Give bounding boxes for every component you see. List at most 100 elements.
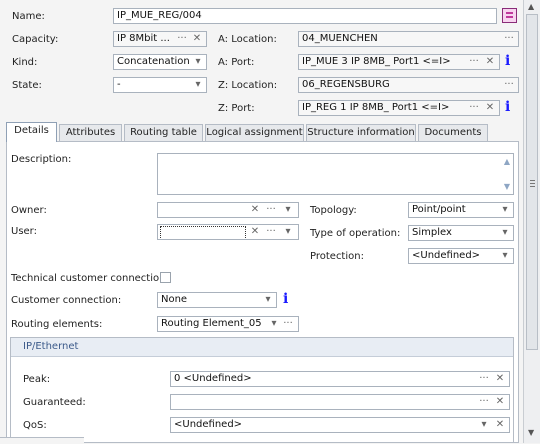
ip-ethernet-title: IP/Ethernet xyxy=(23,341,79,352)
state-value: - xyxy=(117,79,121,90)
topology-chevron-down-icon[interactable]: ▾ xyxy=(499,203,511,217)
guaranteed-clear-icon[interactable]: ✕ xyxy=(493,395,507,409)
a-location-field[interactable]: 04_MUENCHEN ··· xyxy=(298,31,519,47)
routing-elements-chevron-down-icon[interactable]: ▾ xyxy=(268,317,280,331)
topology-select[interactable]: Point/point ▾ xyxy=(408,202,514,218)
user-chevron-down-icon[interactable]: ▾ xyxy=(281,225,295,239)
user-label: User: xyxy=(11,226,37,237)
routing-elements-label: Routing elements: xyxy=(11,319,103,330)
owner-clear-icon[interactable]: ✕ xyxy=(248,203,262,217)
owner-label: Owner: xyxy=(11,205,47,216)
state-label: State: xyxy=(12,80,42,91)
routing-elements-more-icon[interactable]: ··· xyxy=(281,317,295,331)
customer-connection-info-icon[interactable]: i xyxy=(283,291,288,307)
scroll-down-icon[interactable]: ▼ xyxy=(528,428,534,437)
z-location-value: 06_REGENSBURG xyxy=(302,79,390,90)
tab-details[interactable]: Details xyxy=(6,122,57,142)
user-focus-box xyxy=(160,226,246,239)
guaranteed-more-icon[interactable]: ··· xyxy=(477,395,491,409)
owner-more-icon[interactable]: ··· xyxy=(264,203,278,217)
z-port-label: Z: Port: xyxy=(218,103,255,114)
name-value: IP_MUE_REG/004 xyxy=(117,10,202,21)
z-port-clear-icon[interactable]: ✕ xyxy=(483,101,497,115)
kind-select[interactable]: Concatenation ▾ xyxy=(113,54,207,70)
capacity-field[interactable]: IP 8Mbit ... ··· ✕ xyxy=(113,31,207,47)
type-of-operation-select[interactable]: Simplex ▾ xyxy=(408,225,514,241)
a-port-value: IP_MUE 3 IP 8MB_ Port1 <=I> xyxy=(302,56,451,67)
tab-structure-information[interactable]: Structure information xyxy=(306,124,416,141)
owner-field[interactable]: ✕ ··· ▾ xyxy=(157,202,299,218)
name-field[interactable]: IP_MUE_REG/004 xyxy=(113,8,497,24)
qos-label: QoS: xyxy=(23,420,47,431)
a-port-more-icon[interactable]: ··· xyxy=(467,55,481,69)
topology-value: Point/point xyxy=(412,204,466,215)
routing-elements-select[interactable]: Routing Element_05 ▾ ··· xyxy=(157,316,299,332)
peak-clear-icon[interactable]: ✕ xyxy=(493,372,507,386)
topology-label: Topology: xyxy=(310,205,357,216)
z-port-field[interactable]: IP_REG 1 IP 8MB_ Port1 <=I> ··· ✕ xyxy=(298,100,500,116)
z-location-more-icon[interactable]: ··· xyxy=(502,78,516,92)
z-port-value: IP_REG 1 IP 8MB_ Port1 <=I> xyxy=(302,102,450,113)
name-label: Name: xyxy=(12,11,45,22)
customer-connection-chevron-down-icon[interactable]: ▾ xyxy=(262,293,274,307)
a-location-more-icon[interactable]: ··· xyxy=(502,32,516,46)
tab-logical-assignment[interactable]: Logical assignment xyxy=(205,124,304,141)
type-of-operation-label: Type of operation: xyxy=(310,228,401,239)
customer-connection-select[interactable]: None ▾ xyxy=(157,292,277,308)
user-field[interactable]: ✕ ··· ▾ xyxy=(157,224,299,240)
protection-select[interactable]: <Undefined> ▾ xyxy=(408,248,514,264)
vertical-scrollbar[interactable]: ▲ ▼ xyxy=(523,0,540,443)
type-of-operation-chevron-down-icon[interactable]: ▾ xyxy=(499,226,511,240)
technical-customer-connection-label: Technical customer connection: xyxy=(11,273,169,284)
a-port-field[interactable]: IP_MUE 3 IP 8MB_ Port1 <=I> ··· ✕ xyxy=(298,54,500,70)
peak-field[interactable]: 0 <Undefined> ··· ✕ xyxy=(170,371,510,387)
scroll-up-icon[interactable]: ▲ xyxy=(528,2,534,11)
a-port-label: A: Port: xyxy=(218,57,255,68)
type-of-operation-value: Simplex xyxy=(412,227,452,238)
z-location-label: Z: Location: xyxy=(218,80,278,91)
user-clear-icon[interactable]: ✕ xyxy=(248,225,262,239)
state-select[interactable]: - ▾ xyxy=(113,77,207,93)
guaranteed-label: Guaranteed: xyxy=(23,397,86,408)
peak-value: 0 <Undefined> xyxy=(174,373,252,384)
z-port-info-icon[interactable]: i xyxy=(505,99,510,115)
protection-chevron-down-icon[interactable]: ▾ xyxy=(499,249,511,263)
customer-connection-value: None xyxy=(161,294,188,305)
description-label: Description: xyxy=(11,154,72,165)
user-more-icon[interactable]: ··· xyxy=(264,225,278,239)
a-port-clear-icon[interactable]: ✕ xyxy=(483,55,497,69)
description-scroll-down-icon[interactable]: ▼ xyxy=(504,182,510,191)
peak-more-icon[interactable]: ··· xyxy=(477,372,491,386)
qos-select[interactable]: <Undefined> ▾ ✕ xyxy=(170,417,510,433)
z-port-more-icon[interactable]: ··· xyxy=(467,101,481,115)
tab-documents[interactable]: Documents xyxy=(418,124,488,141)
owner-chevron-down-icon[interactable]: ▾ xyxy=(281,203,295,217)
a-location-label: A: Location: xyxy=(218,34,277,45)
qos-chevron-down-icon[interactable]: ▾ xyxy=(477,418,491,432)
description-textarea[interactable]: ▲ ▼ xyxy=(157,153,514,195)
a-location-value: 04_MUENCHEN xyxy=(302,33,378,44)
tab-routing-table[interactable]: Routing table xyxy=(124,124,203,141)
qos-clear-icon[interactable]: ✕ xyxy=(493,418,507,432)
kind-label: Kind: xyxy=(12,57,38,68)
a-port-info-icon[interactable]: i xyxy=(505,53,510,69)
peak-label: Peak: xyxy=(23,374,51,385)
routing-elements-value: Routing Element_05 xyxy=(161,318,262,329)
capacity-value: IP 8Mbit ... xyxy=(117,33,170,44)
z-location-field[interactable]: 06_REGENSBURG ··· xyxy=(298,77,519,93)
technical-customer-connection-checkbox[interactable] xyxy=(160,272,171,283)
kind-value: Concatenation xyxy=(117,56,190,67)
kind-chevron-down-icon[interactable]: ▾ xyxy=(192,55,204,69)
protection-value: <Undefined> xyxy=(412,250,481,261)
qos-value: <Undefined> xyxy=(174,419,243,430)
edit-name-icon[interactable] xyxy=(502,8,517,23)
capacity-label: Capacity: xyxy=(12,34,59,45)
state-chevron-down-icon[interactable]: ▾ xyxy=(192,78,204,92)
ip-ethernet-header: IP/Ethernet xyxy=(11,338,513,357)
capacity-more-icon[interactable]: ··· xyxy=(175,32,189,46)
description-scroll-up-icon[interactable]: ▲ xyxy=(504,157,510,166)
scroll-thumb[interactable] xyxy=(526,14,538,350)
guaranteed-field[interactable]: ··· ✕ xyxy=(170,394,510,410)
tab-attributes[interactable]: Attributes xyxy=(59,124,122,141)
capacity-clear-icon[interactable]: ✕ xyxy=(190,32,204,46)
